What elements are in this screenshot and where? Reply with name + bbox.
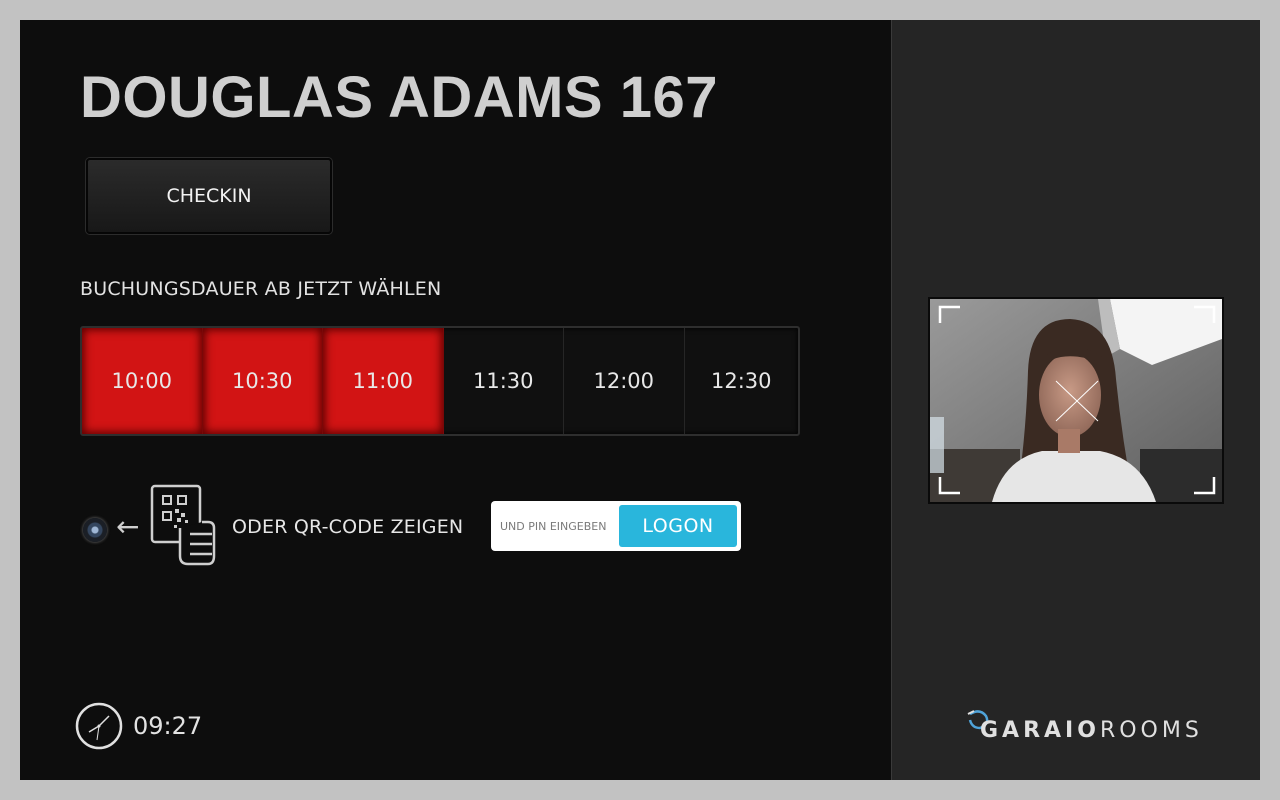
brand-name-light: ROOMS — [1099, 718, 1203, 743]
qr-code-label: ODER QR-CODE ZEIGEN — [232, 516, 464, 538]
pin-input[interactable] — [491, 501, 617, 551]
camera-preview — [928, 297, 1224, 504]
brand-name: GARAIOROOMS — [980, 718, 1203, 743]
clock-time: 09:27 — [133, 712, 203, 740]
camera-lens-icon — [83, 518, 107, 542]
time-slot-label: 11:30 — [472, 369, 534, 393]
time-slot-label: 12:30 — [710, 369, 772, 393]
side-panel: GARAIOROOMS — [891, 20, 1260, 780]
time-slot-strip: 10:00 10:30 11:00 11:30 12:00 12:30 — [80, 326, 800, 436]
time-slot-1000[interactable]: 10:00 — [82, 328, 203, 434]
room-title: DOUGLAS ADAMS 167 — [80, 65, 719, 130]
qr-code-hand-icon — [150, 484, 216, 566]
brand-name-strong: GARAIO — [980, 718, 1100, 743]
time-slot-label: 12:00 — [593, 369, 655, 393]
checkin-button[interactable]: CHECKIN — [86, 158, 332, 234]
garaio-rooms-logo: GARAIOROOMS — [966, 708, 1199, 754]
room-display-screen: DOUGLAS ADAMS 167 CHECKIN BUCHUNGSDAUER … — [20, 20, 1260, 780]
time-slot-1230[interactable]: 12:30 — [685, 328, 799, 434]
login-row: ← ODER QR-CODE ZEIGEN LOGON — [80, 484, 780, 568]
time-slot-label: 10:00 — [111, 369, 173, 393]
pin-login-box: LOGON — [491, 501, 741, 551]
logon-button-label: LOGON — [642, 515, 714, 537]
clock-icon — [75, 702, 123, 750]
main-panel: DOUGLAS ADAMS 167 CHECKIN BUCHUNGSDAUER … — [20, 20, 891, 780]
booking-duration-label: BUCHUNGSDAUER AB JETZT WÄHLEN — [80, 278, 442, 300]
checkin-button-label: CHECKIN — [166, 185, 252, 207]
time-slot-1100[interactable]: 11:00 — [323, 328, 444, 434]
face-target-icon — [938, 305, 1216, 495]
arrow-left-icon: ← — [116, 510, 140, 543]
logon-button[interactable]: LOGON — [619, 505, 737, 547]
time-slot-1130[interactable]: 11:30 — [444, 328, 564, 434]
time-slot-1030[interactable]: 10:30 — [202, 328, 323, 434]
time-slot-label: 11:00 — [352, 369, 414, 393]
time-slot-1200[interactable]: 12:00 — [564, 328, 685, 434]
time-slot-label: 10:30 — [231, 369, 293, 393]
